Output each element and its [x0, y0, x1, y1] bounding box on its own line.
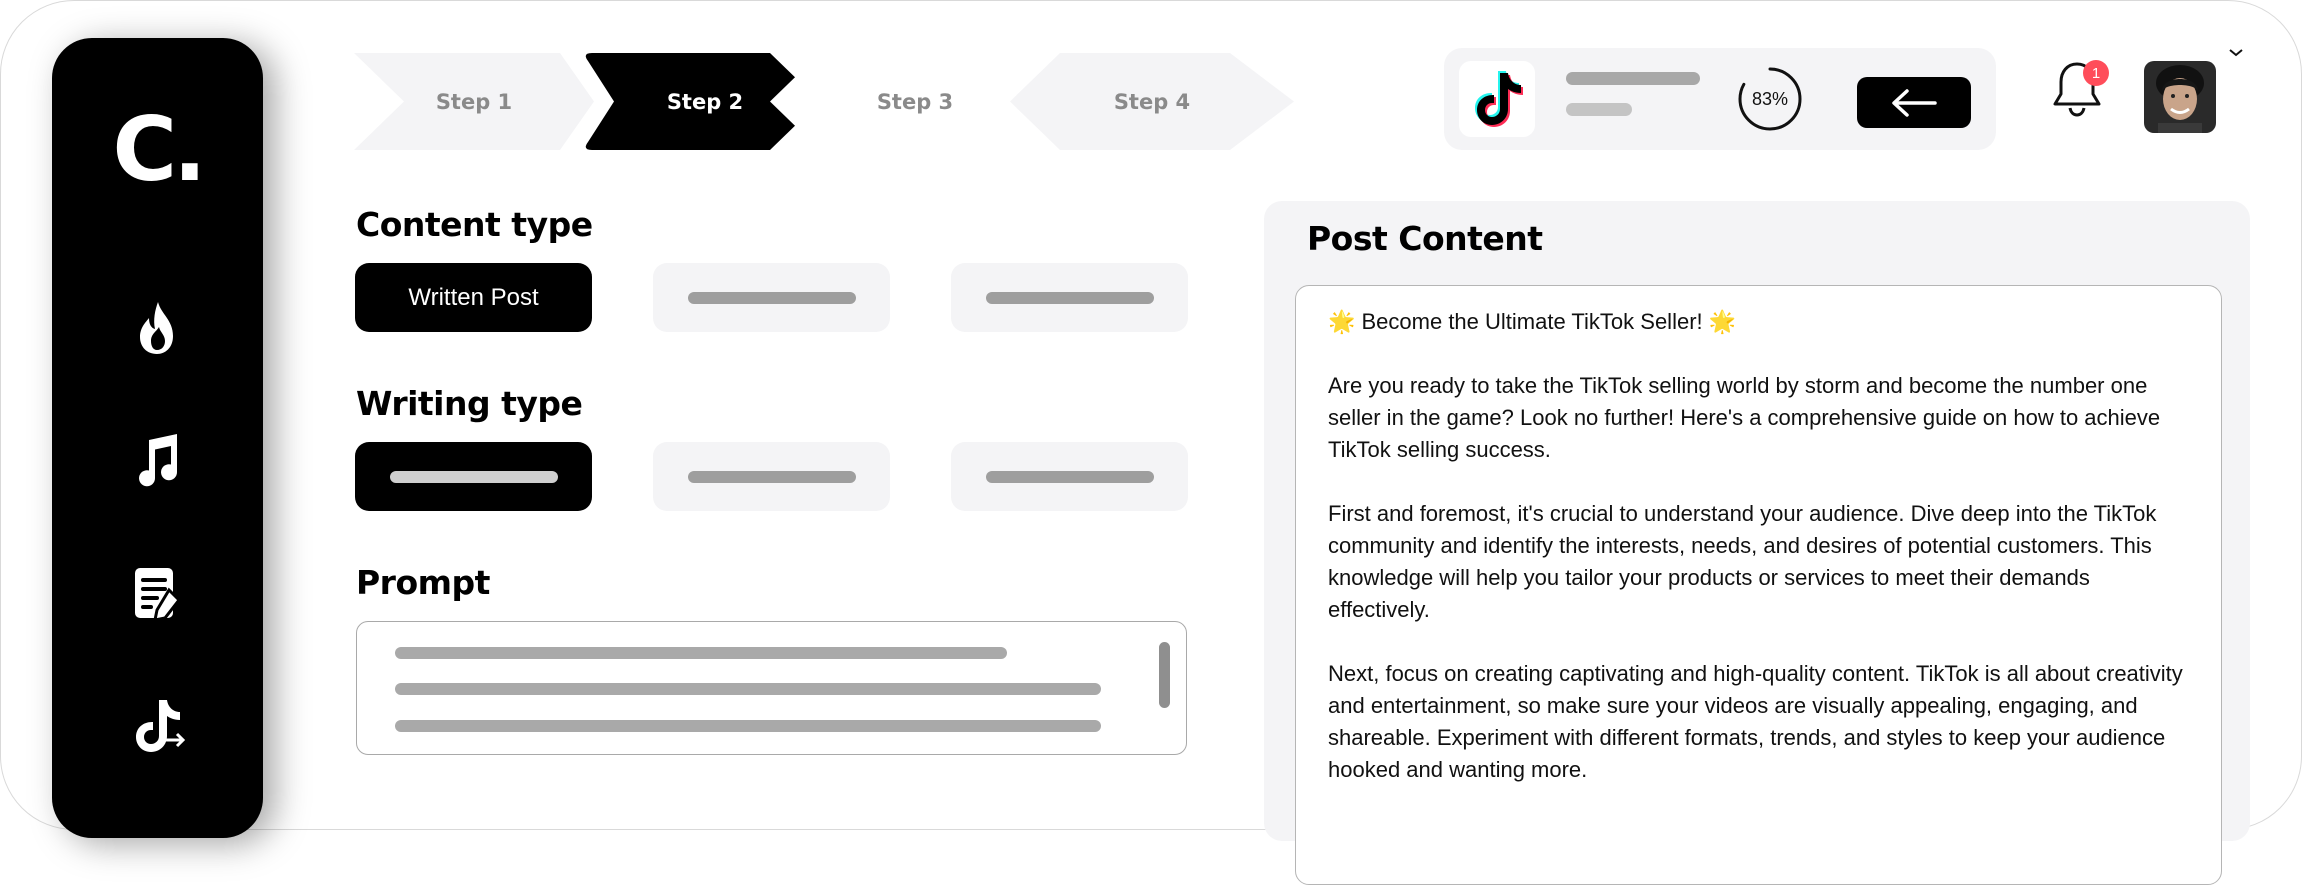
writing-type-option-1[interactable] [355, 442, 592, 511]
post-content-panel: Post Content 🌟 Become the Ultimate TikTo… [1264, 201, 2250, 885]
platform-status-card: 83% [1444, 48, 1996, 150]
platform-handle-placeholder [1566, 103, 1632, 116]
option-placeholder-bar [389, 470, 558, 483]
platform-tile [1459, 61, 1535, 137]
content-type-option-written-post[interactable]: Written Post [355, 263, 592, 332]
post-paragraph: Are you ready to take the TikTok selling… [1328, 373, 2161, 462]
content-type-heading: Content type [356, 205, 593, 244]
prompt-text-placeholder [395, 720, 1101, 732]
prompt-input[interactable] [356, 621, 1187, 755]
step-2-label: Step 2 [666, 89, 744, 114]
content-type-option-2[interactable] [653, 263, 890, 332]
music-note-icon [139, 434, 178, 487]
back-button[interactable] [1857, 77, 1971, 128]
content-type-option-3[interactable] [951, 263, 1188, 332]
user-avatar[interactable] [2144, 61, 2216, 133]
prompt-text-placeholder [395, 683, 1101, 695]
sidebar-item-tiktok[interactable] [125, 694, 189, 758]
platform-name-placeholder [1566, 72, 1700, 85]
step-progress: Step 1 Step 2 Step 3 Step 4 [354, 53, 1294, 150]
writing-type-option-2[interactable] [653, 442, 890, 511]
step-3-label: Step 3 [876, 89, 954, 114]
notification-count-badge: 1 [2083, 60, 2109, 86]
option-placeholder-bar [985, 470, 1154, 483]
document-edit-icon [135, 568, 181, 622]
avatar-image [2144, 61, 2216, 133]
sidebar-item-trending[interactable] [125, 296, 189, 360]
post-paragraph: 🌟 Become the Ultimate TikTok Seller! 🌟 [1328, 309, 1737, 334]
sidebar-item-music[interactable] [125, 428, 189, 492]
step-4-tab[interactable]: Step 4 [1010, 53, 1294, 150]
tiktok-icon [1475, 71, 1523, 127]
step-1-label: Step 1 [435, 89, 513, 114]
chevron-down-icon [2229, 49, 2243, 57]
post-content-textarea[interactable]: 🌟 Become the Ultimate TikTok Seller! 🌟 A… [1295, 285, 2222, 885]
sidebar-item-posts[interactable] [125, 560, 189, 624]
option-placeholder-bar [687, 470, 856, 483]
step-4-label: Step 4 [1113, 89, 1191, 114]
prompt-scrollbar[interactable] [1159, 642, 1170, 708]
prompt-text-placeholder [395, 647, 1007, 659]
post-paragraph: Next, focus on creating captivating and … [1328, 661, 2183, 782]
option-placeholder-bar [687, 291, 856, 304]
post-content-heading: Post Content [1307, 219, 1543, 258]
progress-percent-label: 83% [1751, 88, 1789, 109]
writing-type-option-3[interactable] [951, 442, 1188, 511]
sidebar: C. [52, 38, 263, 838]
tiktok-icon [136, 700, 186, 752]
option-placeholder-bar [985, 291, 1154, 304]
post-paragraph: First and foremost, it's crucial to unde… [1328, 501, 2157, 622]
account-menu-toggle[interactable] [2228, 46, 2244, 58]
content-type-option-label: Written Post [408, 283, 539, 311]
completion-progress: 83% [1736, 65, 1804, 133]
step-1-tab[interactable]: Step 1 [354, 53, 594, 150]
writing-type-heading: Writing type [356, 384, 583, 423]
prompt-heading: Prompt [356, 563, 490, 602]
flame-icon [140, 302, 173, 354]
app-logo: C. [112, 98, 206, 201]
arrow-left-icon [1892, 88, 1937, 117]
